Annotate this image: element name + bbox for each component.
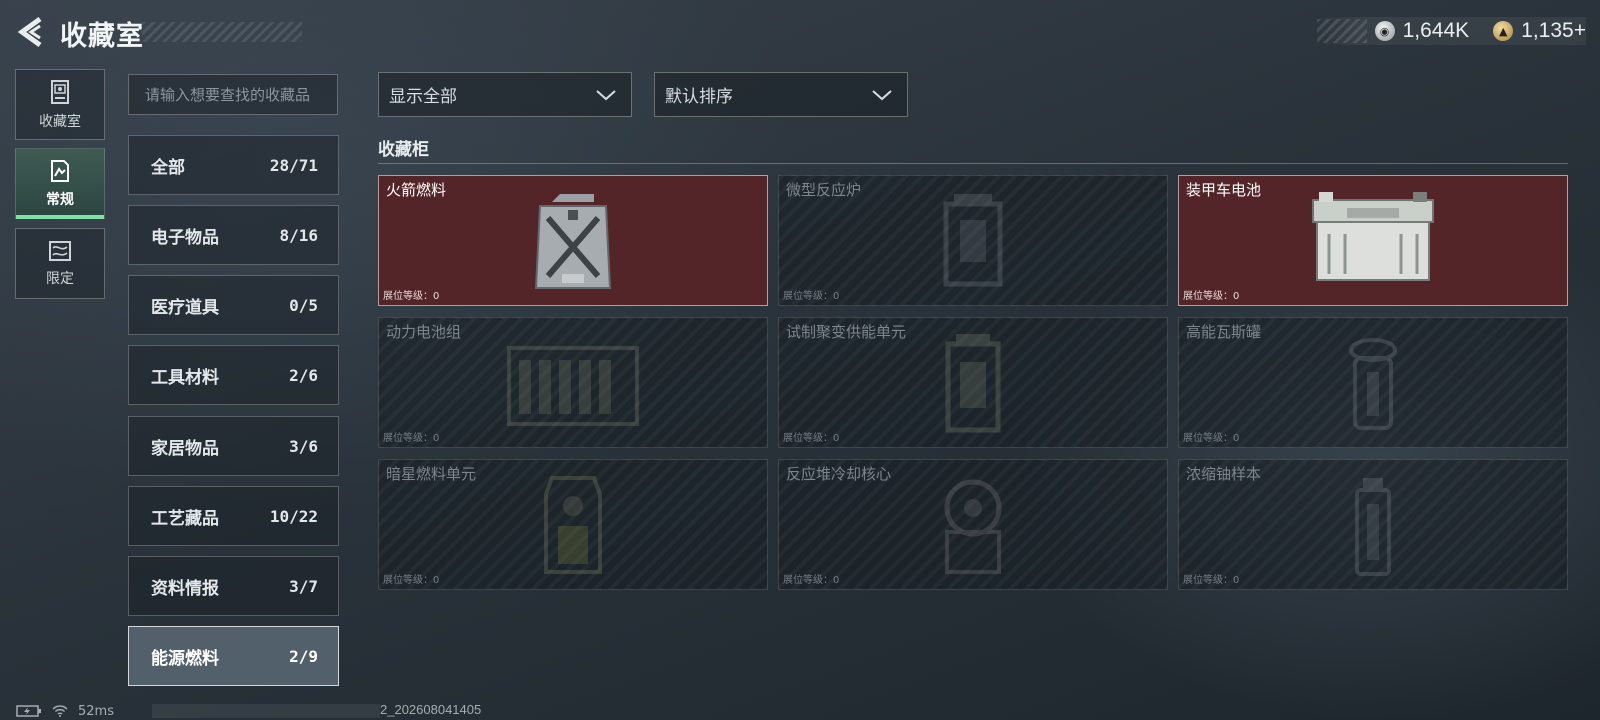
category-name: 资料情报 bbox=[151, 578, 219, 599]
section-divider bbox=[378, 163, 1568, 164]
category-count: 2/9 bbox=[289, 646, 318, 666]
item-name: 反应堆冷却核心 bbox=[786, 465, 892, 483]
category-crafts[interactable]: 工艺藏品 10/22 bbox=[128, 486, 339, 546]
item-name: 高能瓦斯罐 bbox=[1186, 323, 1262, 341]
card-corner bbox=[762, 300, 767, 305]
page-title: 收藏室 bbox=[60, 21, 144, 52]
reactor-cooling-core-icon bbox=[944, 479, 1002, 574]
fusion-power-unit-icon bbox=[945, 334, 1001, 433]
category-electronics[interactable]: 电子物品 8/16 bbox=[128, 205, 339, 265]
collection-item-card[interactable]: 装甲车电池 展位等级：0 bbox=[1178, 175, 1568, 306]
category-count: 28/71 bbox=[269, 155, 318, 175]
fuel-jerrycan-icon bbox=[534, 194, 612, 289]
back-button[interactable] bbox=[14, 14, 48, 50]
sort-value: 默认排序 bbox=[665, 87, 733, 107]
ping-value: 52ms bbox=[78, 703, 114, 719]
collection-item-card[interactable]: 高能瓦斯罐 展位等级：0 bbox=[1178, 317, 1568, 448]
category-energy-fuel[interactable]: 能源燃料 2/9 bbox=[128, 626, 339, 686]
wifi-icon bbox=[52, 705, 68, 717]
currency-bar-decoration bbox=[1316, 19, 1367, 43]
category-name: 电子物品 bbox=[151, 227, 219, 248]
regular-icon bbox=[51, 159, 69, 182]
nav-tab-label: 常规 bbox=[46, 191, 74, 208]
category-all[interactable]: 全部 28/71 bbox=[128, 135, 339, 195]
nav-tab-label: 限定 bbox=[46, 270, 74, 287]
chevron-down-icon bbox=[872, 89, 892, 100]
collection-item-card[interactable]: 暗星燃料单元 展位等级：0 bbox=[378, 459, 768, 590]
item-level-label: 展位等级：0 bbox=[783, 433, 840, 444]
collection-item-card[interactable]: 反应堆冷却核心 展位等级：0 bbox=[778, 459, 1168, 590]
collection-room-icon bbox=[51, 79, 69, 104]
item-level-label: 展位等级：0 bbox=[383, 291, 440, 302]
chevron-down-icon bbox=[596, 89, 616, 100]
category-medical[interactable]: 医疗道具 0/5 bbox=[128, 275, 339, 335]
collection-item-card[interactable]: 微型反应炉 展位等级：0 bbox=[778, 175, 1168, 306]
collection-item-card[interactable]: 动力电池组 展位等级：0 bbox=[378, 317, 768, 448]
gold-coin-icon: ▲ bbox=[1493, 21, 1514, 41]
item-name: 装甲车电池 bbox=[1186, 181, 1262, 199]
collection-item-card[interactable]: 浓缩铀样本 展位等级：0 bbox=[1178, 459, 1568, 590]
category-count: 3/7 bbox=[289, 576, 318, 596]
category-count: 10/22 bbox=[269, 506, 318, 526]
status-bar: 52ms bbox=[16, 703, 114, 719]
category-count: 8/16 bbox=[279, 225, 318, 245]
item-level-label: 展位等级：0 bbox=[1183, 433, 1240, 444]
category-count: 2/6 bbox=[289, 365, 318, 385]
category-count: 0/5 bbox=[289, 295, 318, 315]
item-level-label: 展位等级：0 bbox=[1183, 575, 1240, 586]
item-name: 浓缩铀样本 bbox=[1186, 465, 1262, 483]
card-corner bbox=[379, 176, 384, 181]
currency-bar: ◉ 1,644K ▲ 1,135+ bbox=[1316, 17, 1586, 45]
gas-canister-icon bbox=[1349, 338, 1397, 430]
item-level-label: 展位等级：0 bbox=[383, 575, 440, 586]
category-name: 能源燃料 bbox=[151, 648, 219, 669]
section-title: 收藏柜 bbox=[378, 140, 429, 160]
dark-star-fuel-cell-icon bbox=[544, 476, 602, 574]
nav-tab-label: 收藏室 bbox=[39, 113, 81, 130]
gold-coin-value[interactable]: 1,135+ bbox=[1521, 19, 1586, 43]
category-household[interactable]: 家居物品 3/6 bbox=[128, 416, 339, 476]
category-name: 医疗道具 bbox=[151, 297, 219, 318]
item-name: 暗星燃料单元 bbox=[386, 465, 477, 483]
item-level-label: 展位等级：0 bbox=[783, 291, 840, 302]
nav-tab-regular[interactable]: 常规 bbox=[15, 148, 105, 219]
category-name: 工艺藏品 bbox=[151, 508, 219, 529]
micro-reactor-icon bbox=[943, 194, 1003, 287]
display-filter-dropdown[interactable]: 显示全部 bbox=[378, 72, 632, 117]
battery-icon bbox=[16, 705, 41, 717]
item-level-label: 展位等级：0 bbox=[783, 575, 840, 586]
display-filter-value: 显示全部 bbox=[389, 87, 457, 107]
title-decoration bbox=[142, 22, 302, 42]
card-corner bbox=[1179, 176, 1184, 181]
item-level-label: 展位等级：0 bbox=[383, 433, 440, 444]
item-name: 试制聚变供能单元 bbox=[786, 323, 907, 341]
build-id: 2_202608041405 bbox=[380, 702, 482, 717]
collection-item-card[interactable]: 试制聚变供能单元 展位等级：0 bbox=[778, 317, 1168, 448]
category-name: 工具材料 bbox=[151, 367, 219, 388]
item-level-label: 展位等级：0 bbox=[1183, 291, 1240, 302]
nav-tab-collection-room[interactable]: 收藏室 bbox=[15, 69, 105, 140]
category-tools[interactable]: 工具材料 2/6 bbox=[128, 345, 339, 405]
item-name: 动力电池组 bbox=[386, 323, 462, 341]
item-name: 微型反应炉 bbox=[786, 181, 862, 199]
redacted-id-bar bbox=[152, 704, 380, 718]
limited-icon bbox=[49, 240, 71, 261]
card-corner bbox=[1562, 300, 1567, 305]
collection-item-card[interactable]: 火箭燃料 展位等级：0 bbox=[378, 175, 768, 306]
category-intel[interactable]: 资料情报 3/7 bbox=[128, 556, 339, 616]
silver-coin-icon: ◉ bbox=[1374, 21, 1395, 41]
search-input[interactable] bbox=[128, 74, 338, 115]
sort-dropdown[interactable]: 默认排序 bbox=[654, 72, 908, 117]
silver-coin-value: 1,644K bbox=[1402, 19, 1470, 42]
category-name: 家居物品 bbox=[151, 438, 219, 459]
item-name: 火箭燃料 bbox=[386, 181, 447, 199]
back-arrow-icon bbox=[17, 16, 42, 48]
nav-tab-limited[interactable]: 限定 bbox=[15, 228, 105, 299]
enriched-uranium-sample-icon bbox=[1355, 478, 1391, 576]
vehicle-battery-icon bbox=[1312, 192, 1434, 281]
power-battery-pack-icon bbox=[507, 346, 639, 426]
category-count: 3/6 bbox=[289, 436, 318, 456]
category-name: 全部 bbox=[151, 157, 185, 178]
